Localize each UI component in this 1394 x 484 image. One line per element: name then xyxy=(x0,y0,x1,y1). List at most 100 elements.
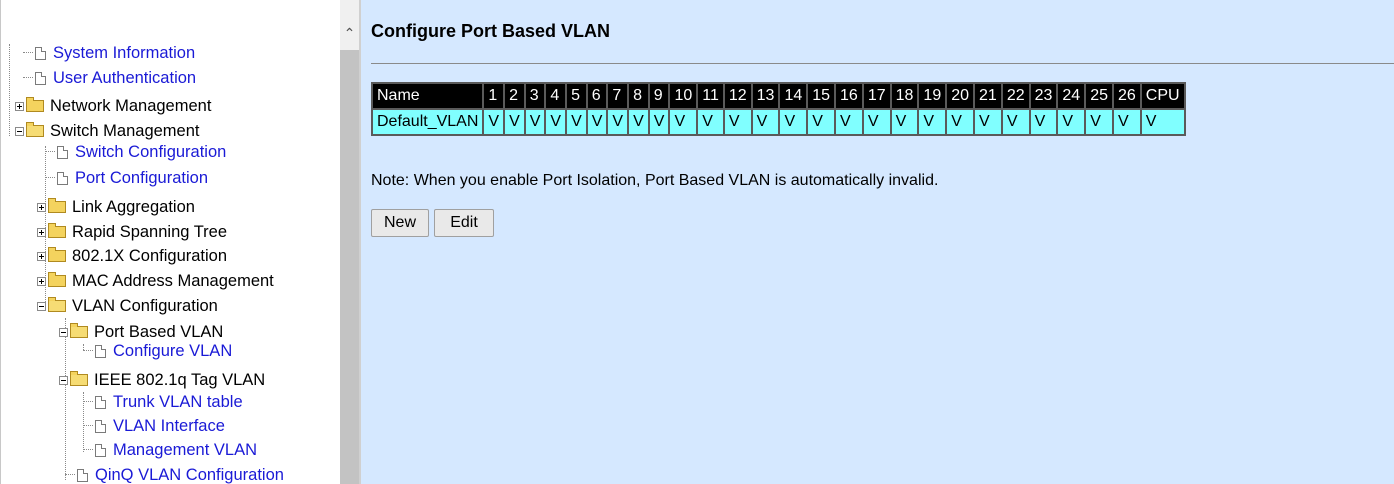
table-header-cell: 14 xyxy=(780,84,807,108)
nav-8021x-configuration[interactable]: 802.1X Configuration xyxy=(37,245,227,267)
nav-network-management[interactable]: Network Management xyxy=(15,95,211,117)
collapse-minus-icon[interactable] xyxy=(15,126,24,136)
document-icon xyxy=(95,344,106,358)
new-button[interactable]: New xyxy=(371,209,429,237)
table-header-cell: 6 xyxy=(587,84,607,108)
table-header-cell: 19 xyxy=(919,84,946,108)
nav-port-configuration-label: Port Configuration xyxy=(75,169,208,187)
nav-qinq-vlan-configuration[interactable]: QinQ VLAN Configuration xyxy=(65,464,284,484)
nav-mac-address-management[interactable]: MAC Address Management xyxy=(37,270,274,292)
scroll-up-arrow-icon[interactable]: ⌃ xyxy=(340,22,359,44)
page-title: Configure Port Based VLAN xyxy=(371,21,611,41)
table-header-cell: 20 xyxy=(947,84,974,108)
table-header-cell: 21 xyxy=(975,84,1001,108)
nav-trunk-vlan-table-label: Trunk VLAN table xyxy=(113,393,243,411)
main-content: Configure Port Based VLAN Name 1 2 3 4 5 6 7 8 9 1… xyxy=(361,0,1394,484)
nav-user-authentication[interactable]: User Authentication xyxy=(23,67,196,89)
port-member-cell: V xyxy=(629,110,648,134)
table-header-cell: 24 xyxy=(1058,84,1085,108)
nav-switch-configuration[interactable]: Switch Configuration xyxy=(45,141,226,163)
tree-connector xyxy=(83,425,93,427)
table-header-cell: 9 xyxy=(649,84,669,108)
nav-vlan-interface[interactable]: VLAN Interface xyxy=(83,415,225,437)
collapse-minus-icon[interactable] xyxy=(59,375,68,385)
table-header-cell: 22 xyxy=(1002,84,1029,108)
folder-closed-icon xyxy=(26,97,44,112)
nav-system-information[interactable]: System Information xyxy=(23,42,195,64)
port-member-cell: V xyxy=(698,110,723,134)
port-member-cell: V xyxy=(780,110,807,134)
vlan-table: Name 1 2 3 4 5 6 7 8 9 10 11 12 13 14 15 16 17 18 19 20 21 22 2… xyxy=(371,82,1186,136)
edit-button[interactable]: Edit xyxy=(434,209,494,237)
port-member-cell: V xyxy=(891,110,918,134)
port-member-cell: V xyxy=(752,110,779,134)
expand-plus-icon[interactable] xyxy=(37,276,46,286)
nav-user-authentication-label: User Authentication xyxy=(53,69,197,87)
table-body: Default_VLAN V V V V V V V V V V V V V V V V V V V V V V V V V V V xyxy=(373,110,1184,134)
vlan-name-cell: Default_VLAN xyxy=(373,110,483,134)
tree-connector xyxy=(45,177,55,179)
port-member-cell: V xyxy=(919,110,946,134)
port-member-cell: V xyxy=(863,110,890,134)
nav-management-vlan[interactable]: Management VLAN xyxy=(83,439,257,461)
tree-connector xyxy=(83,350,93,352)
folder-closed-icon xyxy=(48,223,66,238)
table-row[interactable]: Default_VLAN V V V V V V V V V V V V V V V V V V V V V V V V V V V xyxy=(373,110,1184,134)
nav-ieee-8021q-tag-vlan[interactable]: IEEE 802.1q Tag VLAN xyxy=(59,369,265,391)
nav-management-vlan-label: Management VLAN xyxy=(113,441,257,459)
port-member-cell: V xyxy=(1114,110,1140,134)
table-header-cell: 10 xyxy=(670,84,697,108)
nav-port-based-vlan-label: Port Based VLAN xyxy=(94,323,224,341)
expand-plus-icon[interactable] xyxy=(37,251,46,261)
table-header-cell: 8 xyxy=(629,84,648,108)
port-member-cell: V xyxy=(836,110,862,134)
port-member-cell: V xyxy=(1030,110,1057,134)
scrollbar-thumb[interactable] xyxy=(340,50,359,484)
nav-switch-management[interactable]: Switch Management xyxy=(15,120,200,142)
tree-connector xyxy=(83,401,93,403)
nav-ieee-8021q-tag-vlan-label: IEEE 802.1q Tag VLAN xyxy=(94,371,266,389)
tree-connector xyxy=(23,77,33,79)
nav-vlan-configuration-label: VLAN Configuration xyxy=(72,297,218,315)
folder-closed-icon xyxy=(48,247,66,262)
nav-rapid-spanning-tree[interactable]: Rapid Spanning Tree xyxy=(37,221,227,243)
nav-rapid-spanning-tree-label: Rapid Spanning Tree xyxy=(72,223,228,241)
nav-link-aggregation-label: Link Aggregation xyxy=(72,198,195,216)
folder-open-icon xyxy=(48,297,66,312)
table-header-cell: 16 xyxy=(836,84,862,108)
tree-connector xyxy=(23,52,33,54)
expand-plus-icon[interactable] xyxy=(37,202,46,212)
document-icon xyxy=(35,71,46,85)
browser-frame: System Information User Authentication N… xyxy=(0,0,1394,484)
nav-system-information-label: System Information xyxy=(53,44,196,62)
nav-vlan-configuration[interactable]: VLAN Configuration xyxy=(37,295,218,317)
folder-closed-icon xyxy=(48,198,66,213)
table-header-cell: 1 xyxy=(484,84,504,108)
collapse-minus-icon[interactable] xyxy=(37,301,46,311)
port-member-cell: V xyxy=(546,110,566,134)
expand-plus-icon[interactable] xyxy=(37,227,46,237)
folder-open-icon xyxy=(70,323,88,338)
port-member-cell: V xyxy=(975,110,1001,134)
port-member-cell: V xyxy=(808,110,835,134)
expand-plus-icon[interactable] xyxy=(15,101,24,111)
table-header-row: Name 1 2 3 4 5 6 7 8 9 10 11 12 13 14 15 16 17 18 19 20 21 22 2… xyxy=(373,84,1184,108)
port-member-cell: V xyxy=(724,110,751,134)
port-isolation-note: Note: When you enable Port Isolation, Po… xyxy=(371,172,939,189)
nav-configure-vlan-label: Configure VLAN xyxy=(113,342,233,360)
port-member-cell: V xyxy=(1002,110,1029,134)
collapse-minus-icon[interactable] xyxy=(59,327,68,337)
nav-link-aggregation[interactable]: Link Aggregation xyxy=(37,196,195,218)
table-header-cell: 18 xyxy=(891,84,918,108)
tree-connector xyxy=(45,151,55,153)
document-icon xyxy=(95,443,106,457)
port-member-cell: V xyxy=(670,110,697,134)
port-member-cell: V xyxy=(1086,110,1112,134)
table-header-cell: 4 xyxy=(546,84,566,108)
document-icon xyxy=(95,419,106,433)
nav-port-configuration[interactable]: Port Configuration xyxy=(45,167,208,189)
nav-trunk-vlan-table[interactable]: Trunk VLAN table xyxy=(83,391,243,413)
nav-configure-vlan[interactable]: Configure VLAN xyxy=(83,340,232,362)
nav-scrollbar[interactable]: ⌃ xyxy=(340,0,359,484)
document-icon xyxy=(35,46,46,60)
